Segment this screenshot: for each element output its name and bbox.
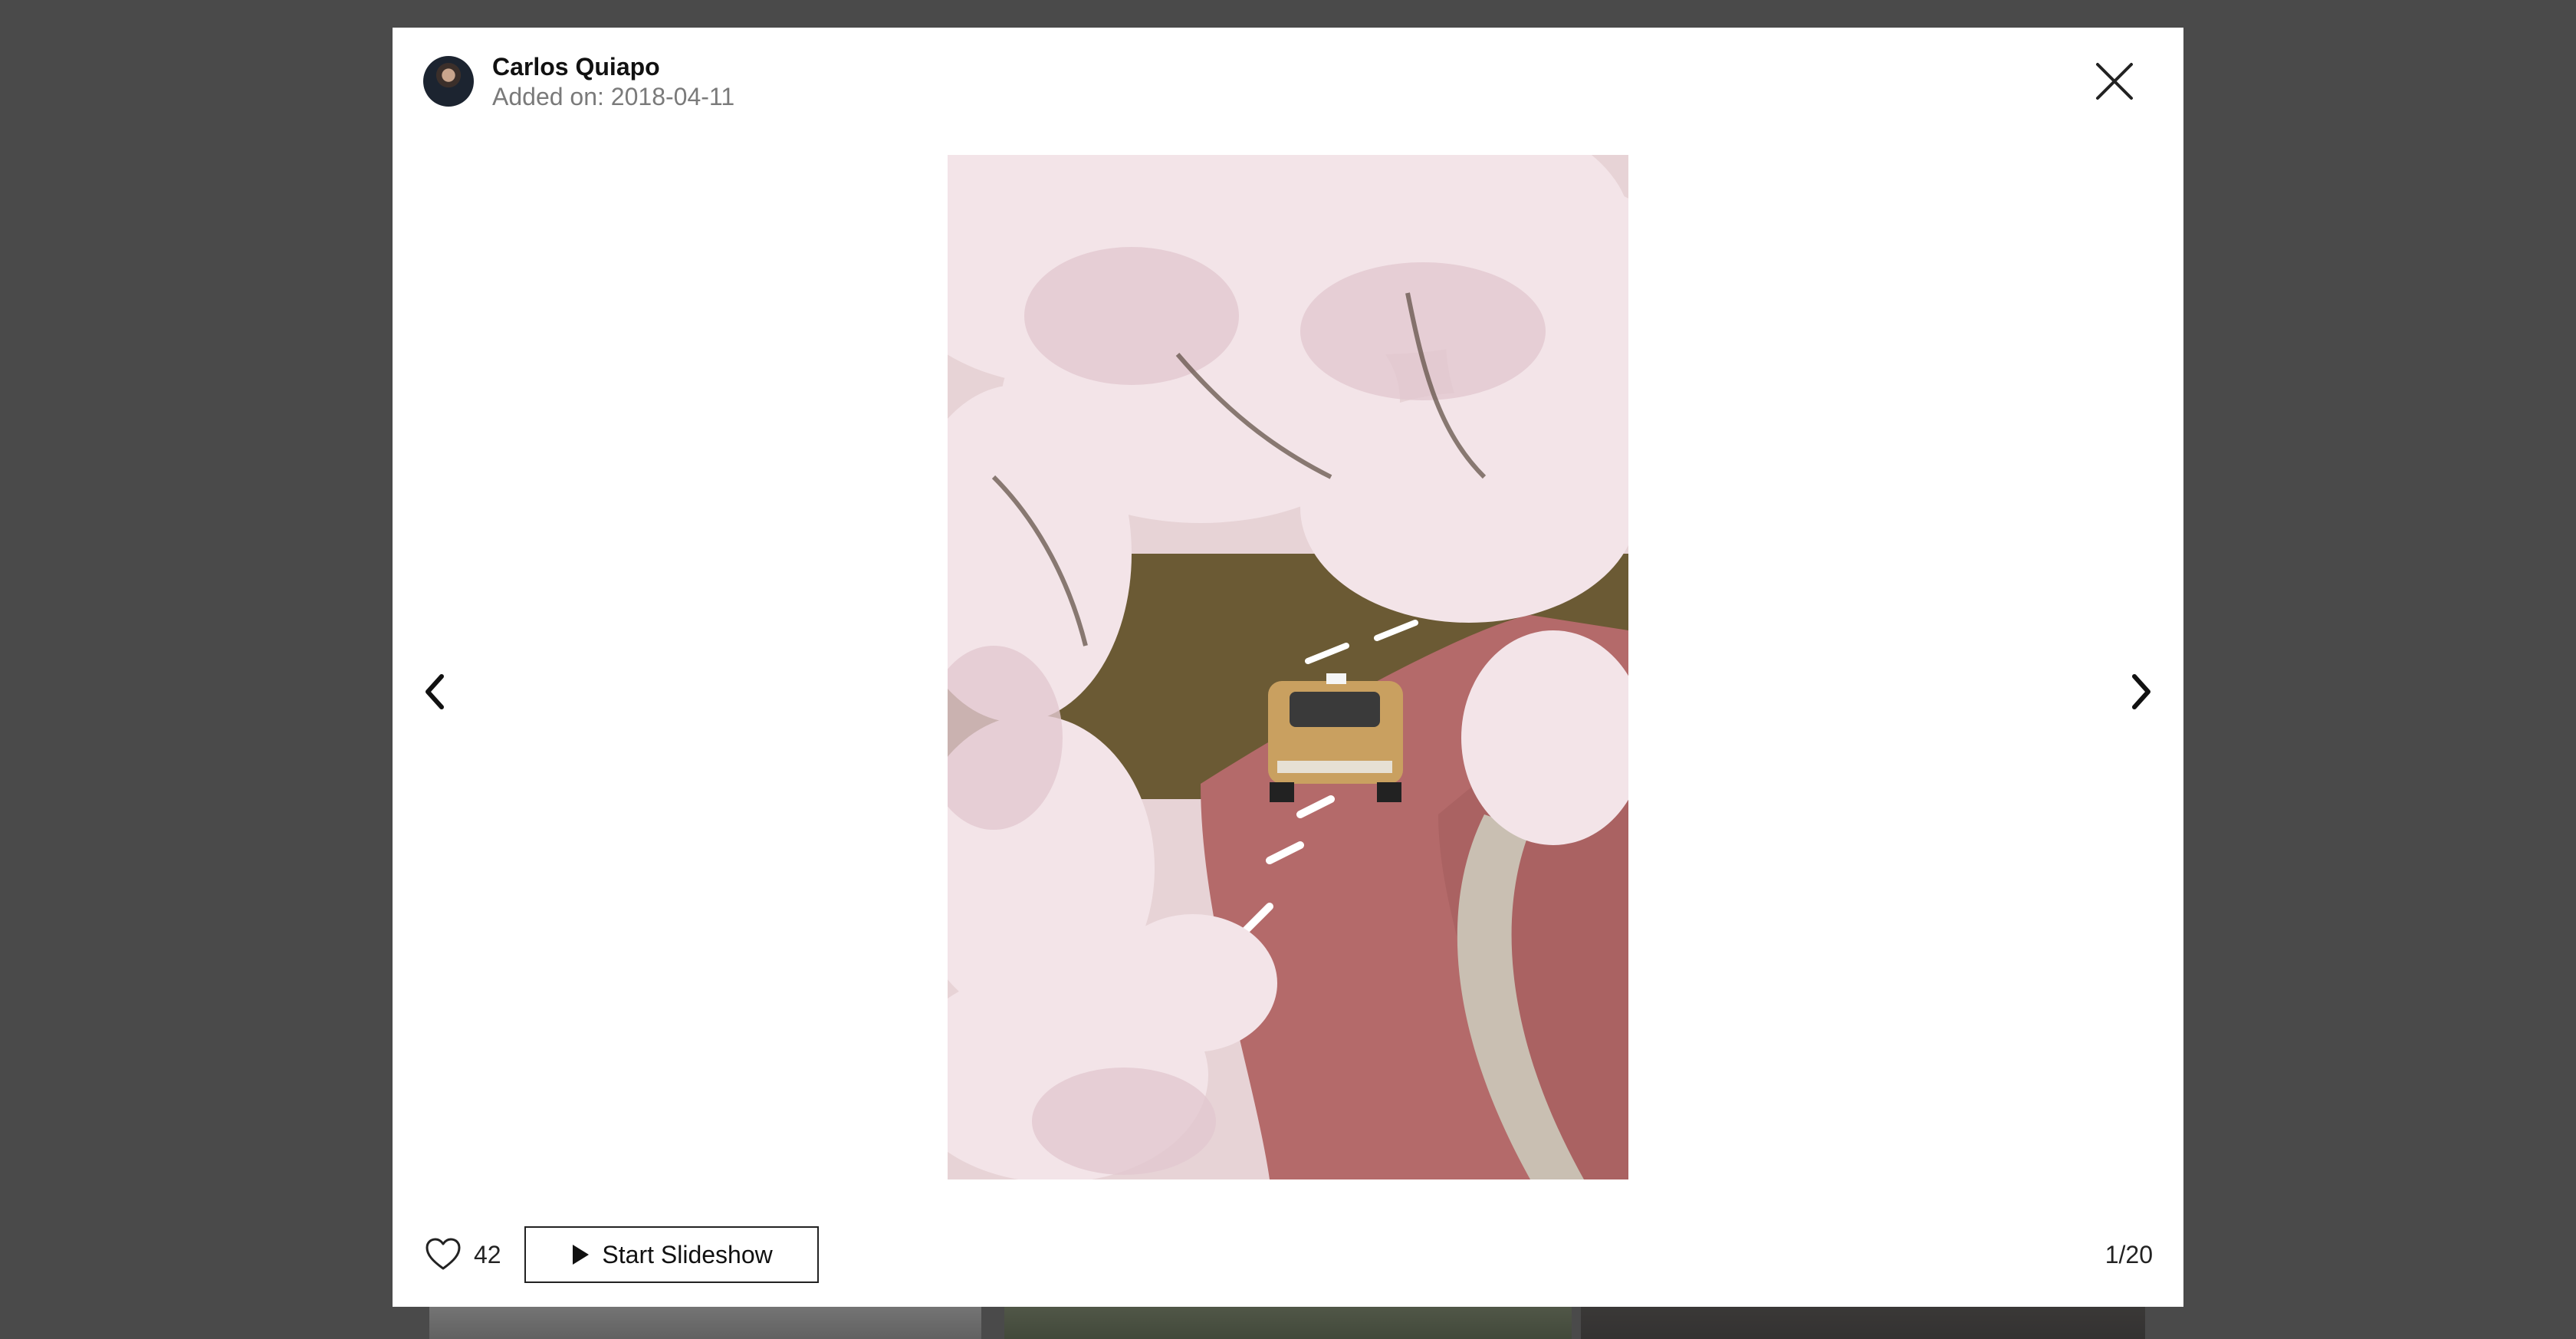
photo-lightbox: Carlos Quiapo Added on: 2018-04-11 42 St… (393, 28, 2183, 1307)
close-button[interactable] (2091, 58, 2137, 104)
slideshow-label: Start Slideshow (602, 1240, 773, 1268)
photo-counter: 1/20 (2104, 1240, 2153, 1268)
avatar[interactable] (423, 56, 474, 107)
added-date: Added on: 2018-04-11 (492, 83, 735, 110)
main-photo[interactable] (948, 155, 1628, 1179)
next-photo-button[interactable] (2122, 664, 2159, 719)
start-slideshow-button[interactable]: Start Slideshow (524, 1226, 819, 1283)
close-icon (2096, 63, 2133, 100)
heart-icon[interactable] (423, 1235, 463, 1275)
like-count: 42 (474, 1240, 501, 1268)
chevron-left-icon (426, 674, 444, 709)
author-name[interactable]: Carlos Quiapo (492, 51, 734, 82)
author-info: Carlos Quiapo Added on: 2018-04-11 (492, 51, 734, 111)
chevron-right-icon (2132, 674, 2150, 709)
author-header: Carlos Quiapo Added on: 2018-04-11 (423, 51, 734, 112)
play-icon (573, 1245, 590, 1265)
previous-photo-button[interactable] (417, 664, 454, 719)
photo-illustration (948, 155, 1628, 1179)
lightbox-footer: 42 Start Slideshow 1/20 (423, 1225, 2153, 1284)
